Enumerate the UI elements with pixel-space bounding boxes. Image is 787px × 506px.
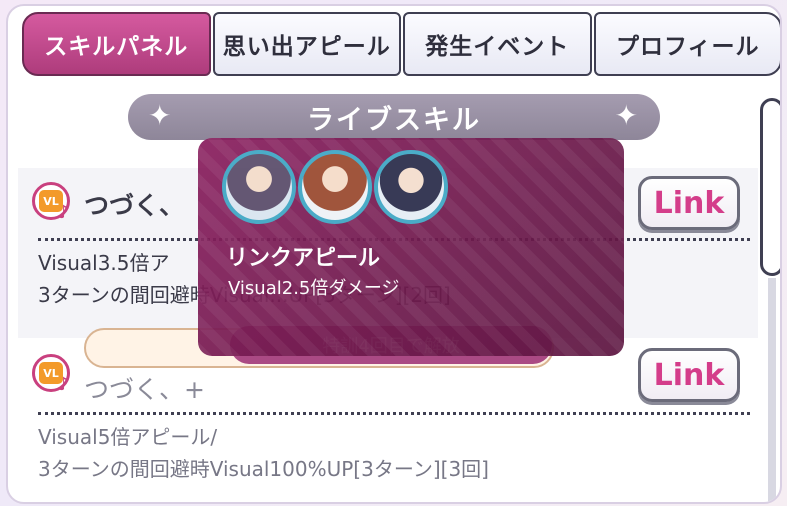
character-avatar-icon xyxy=(298,150,372,224)
section-header: ✦ ライブスキル ✦ xyxy=(128,94,660,140)
popup-description: Visual2.5倍ダメージ xyxy=(228,278,400,299)
music-note-icon: ♪ xyxy=(58,202,70,223)
character-avatar-icon xyxy=(374,150,448,224)
scrollbar-track[interactable] xyxy=(768,278,776,502)
tab-skill-panel[interactable]: スキルパネル xyxy=(22,12,211,76)
link-button[interactable]: Link xyxy=(638,176,740,230)
tab-profile[interactable]: プロフィール xyxy=(593,12,780,76)
music-note-icon: ♪ xyxy=(58,374,70,395)
sparkle-icon: ✦ xyxy=(614,99,640,132)
skill-description-line-2: 3ターンの間回避時Visual100%UP[3ターン][3回] xyxy=(38,457,489,481)
skill-row: VL ♪ つづく、+ Link Visual5倍アピール/ 3ターンの間回避時V… xyxy=(18,344,758,502)
link-appeal-popup: リンクアピール Visual2.5倍ダメージ xyxy=(198,138,624,356)
tab-memory-appeal[interactable]: 思い出アピール xyxy=(212,12,401,76)
scrollbar-thumb[interactable] xyxy=(760,98,780,276)
popup-title: リンクアピール xyxy=(226,246,381,271)
tab-bar: スキルパネル 思い出アピール 発生イベント プロフィール xyxy=(22,12,780,76)
skill-name: つづく、 xyxy=(84,191,185,220)
skill-description-line-1: Visual5倍アピール/ xyxy=(38,425,218,449)
divider xyxy=(38,412,750,415)
skill-description-line-1: Visual3.5倍ア xyxy=(38,251,170,275)
character-avatar-icon xyxy=(222,150,296,224)
link-button[interactable]: Link xyxy=(638,348,740,402)
section-title: ライブスキル xyxy=(307,104,481,136)
sparkle-icon: ✦ xyxy=(148,99,174,132)
skill-name: つづく、+ xyxy=(84,375,205,404)
tab-events[interactable]: 発生イベント xyxy=(403,12,592,76)
